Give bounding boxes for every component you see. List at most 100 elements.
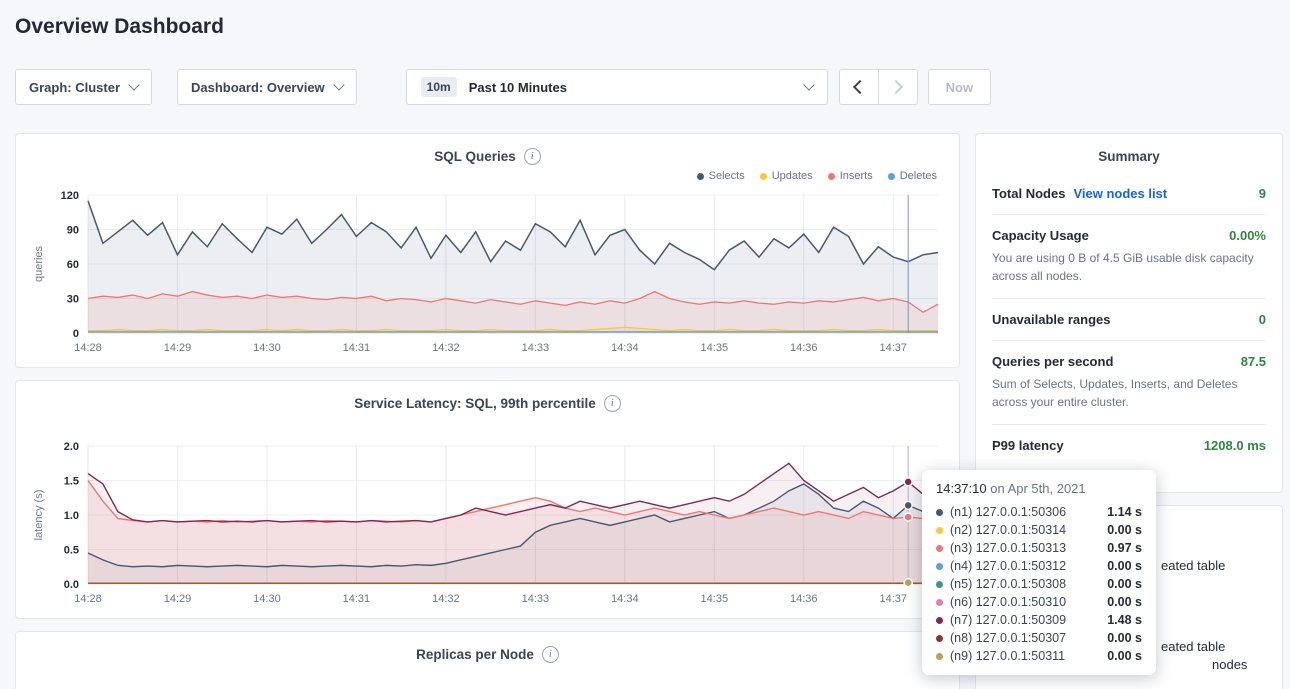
node-color-dot	[936, 545, 943, 552]
tooltip-timestamp: 14:37:10 on Apr 5th, 2021	[936, 481, 1142, 496]
svg-text:latency (s): latency (s)	[33, 490, 45, 541]
node-address: (n9) 127.0.0.1:50311	[950, 649, 1065, 663]
svg-text:14:33: 14:33	[522, 342, 550, 354]
now-button: Now	[928, 69, 991, 105]
time-nav-group	[839, 69, 918, 105]
summary-item-queries-per-second: Queries per second 87.5 Sum of Selects, …	[992, 341, 1266, 425]
chart-title-sql-queries: SQL Queries	[434, 149, 516, 164]
chart-title-service-latency: Service Latency: SQL, 99th percentile	[354, 396, 596, 411]
svg-text:14:31: 14:31	[343, 342, 371, 354]
svg-text:2.0: 2.0	[64, 441, 79, 453]
chart-title-replicas-per-node: Replicas per Node	[416, 647, 534, 662]
legend-label: Inserts	[840, 170, 873, 182]
node-latency-value: 0.00 s	[1107, 649, 1142, 663]
summary-item-p99-latency: P99 latency 1208.0 ms	[992, 425, 1266, 466]
svg-text:14:35: 14:35	[701, 593, 729, 605]
legend-label: Deletes	[900, 170, 937, 182]
svg-text:0.0: 0.0	[64, 579, 79, 591]
queries-per-second-label: Queries per second	[992, 354, 1113, 369]
tooltip-row-n7: (n7) 127.0.0.1:50309 1.48 s	[936, 611, 1142, 629]
svg-text:14:31: 14:31	[343, 593, 371, 605]
node-color-dot	[936, 509, 943, 516]
legend-item-selects: Selects	[697, 170, 745, 182]
view-nodes-list-link[interactable]: View nodes list	[1073, 186, 1167, 201]
node-latency-value: 0.00 s	[1107, 577, 1142, 591]
chevron-down-icon	[803, 79, 814, 90]
svg-text:14:28: 14:28	[74, 342, 102, 354]
svg-text:14:36: 14:36	[790, 342, 818, 354]
prev-range-button[interactable]	[839, 69, 879, 105]
tooltip-row-n4: (n4) 127.0.0.1:50312 0.00 s	[936, 557, 1142, 575]
chart-legend: Selects Updates Inserts Deletes	[30, 165, 945, 187]
service-latency-chart-panel: Service Latency: SQL, 99th percentile i …	[15, 380, 960, 619]
chart-tooltip: 14:37:10 on Apr 5th, 2021 (n1) 127.0.0.1…	[922, 470, 1156, 675]
legend-label: Selects	[709, 170, 745, 182]
svg-text:14:28: 14:28	[74, 593, 102, 605]
time-range-picker[interactable]: 10m Past 10 Minutes	[406, 69, 828, 105]
svg-text:60: 60	[67, 259, 79, 271]
service-latency-chart[interactable]: 0.00.51.01.52.014:2814:2914:3014:3114:32…	[30, 438, 946, 608]
svg-text:0: 0	[73, 328, 79, 340]
tooltip-date: on Apr 5th, 2021	[987, 481, 1086, 496]
node-address: (n6) 127.0.0.1:50310	[950, 595, 1066, 609]
info-icon[interactable]: i	[542, 646, 559, 663]
tooltip-row-n1: (n1) 127.0.0.1:50306 1.14 s	[936, 503, 1142, 521]
sql-queries-chart-panel: SQL Queries i Selects Updates Inserts	[15, 133, 960, 368]
dashboard-dropdown[interactable]: Dashboard: Overview	[177, 69, 357, 105]
graph-dropdown[interactable]: Graph: Cluster	[15, 69, 152, 105]
capacity-usage-subtext: You are using 0 B of 4.5 GiB usable disk…	[992, 249, 1266, 285]
chevron-right-icon	[889, 80, 903, 94]
page-title: Overview Dashboard	[0, 0, 1290, 39]
tooltip-row-n8: (n8) 127.0.0.1:50307 0.00 s	[936, 629, 1142, 647]
p99-latency-value: 1208.0 ms	[1204, 438, 1266, 453]
node-latency-value: 1.48 s	[1107, 613, 1142, 627]
chevron-left-icon	[853, 80, 867, 94]
event-text-fragment: eated table	[1161, 558, 1225, 573]
info-icon[interactable]: i	[524, 148, 541, 165]
info-icon[interactable]: i	[604, 395, 621, 412]
node-address: (n1) 127.0.0.1:50306	[950, 505, 1066, 519]
time-range-badge: 10m	[421, 77, 457, 97]
node-color-dot	[936, 617, 943, 624]
node-address: (n3) 127.0.0.1:50313	[950, 541, 1066, 555]
time-range-label: Past 10 Minutes	[469, 80, 805, 95]
svg-text:14:37: 14:37	[879, 593, 907, 605]
node-address: (n8) 127.0.0.1:50307	[950, 631, 1066, 645]
svg-text:30: 30	[67, 294, 79, 306]
node-latency-value: 0.00 s	[1107, 631, 1142, 645]
svg-text:120: 120	[61, 190, 79, 202]
svg-text:queries: queries	[33, 245, 45, 282]
node-latency-value: 0.00 s	[1107, 595, 1142, 609]
node-latency-value: 1.14 s	[1107, 505, 1142, 519]
legend-dot	[697, 173, 704, 180]
tooltip-row-n2: (n2) 127.0.0.1:50314 0.00 s	[936, 521, 1142, 539]
next-range-button	[878, 69, 918, 105]
node-address: (n4) 127.0.0.1:50312	[950, 559, 1066, 573]
svg-text:14:35: 14:35	[701, 342, 729, 354]
summary-title: Summary	[992, 134, 1266, 173]
svg-text:14:36: 14:36	[790, 593, 818, 605]
node-address: (n5) 127.0.0.1:50308	[950, 577, 1066, 591]
dashboard-dropdown-label: Dashboard: Overview	[191, 80, 325, 95]
replicas-per-node-chart-panel: Replicas per Node i	[15, 631, 960, 689]
summary-item-unavailable-ranges: Unavailable ranges 0	[992, 299, 1266, 341]
svg-text:14:30: 14:30	[253, 342, 281, 354]
legend-item-updates: Updates	[760, 170, 813, 182]
chevron-down-icon	[128, 79, 139, 90]
queries-per-second-subtext: Sum of Selects, Updates, Inserts, and De…	[992, 375, 1266, 411]
overview-dashboard-page: Overview Dashboard Graph: Cluster Dashbo…	[0, 0, 1290, 689]
tooltip-row-n6: (n6) 127.0.0.1:50310 0.00 s	[936, 593, 1142, 611]
tooltip-row-n5: (n5) 127.0.0.1:50308 0.00 s	[936, 575, 1142, 593]
sql-queries-chart[interactable]: 030609012014:2814:2914:3014:3114:3214:33…	[30, 187, 946, 357]
unavailable-ranges-label: Unavailable ranges	[992, 312, 1111, 327]
tooltip-row-n9: (n9) 127.0.0.1:50311 0.00 s	[936, 647, 1142, 665]
svg-text:14:32: 14:32	[432, 342, 460, 354]
svg-text:14:34: 14:34	[611, 593, 639, 605]
chevron-down-icon	[333, 79, 344, 90]
unavailable-ranges-value: 0	[1259, 312, 1266, 327]
legend-item-deletes: Deletes	[888, 170, 937, 182]
svg-text:14:32: 14:32	[432, 593, 460, 605]
node-color-dot	[936, 653, 943, 660]
node-latency-value: 0.00 s	[1107, 523, 1142, 537]
svg-text:14:34: 14:34	[611, 342, 639, 354]
